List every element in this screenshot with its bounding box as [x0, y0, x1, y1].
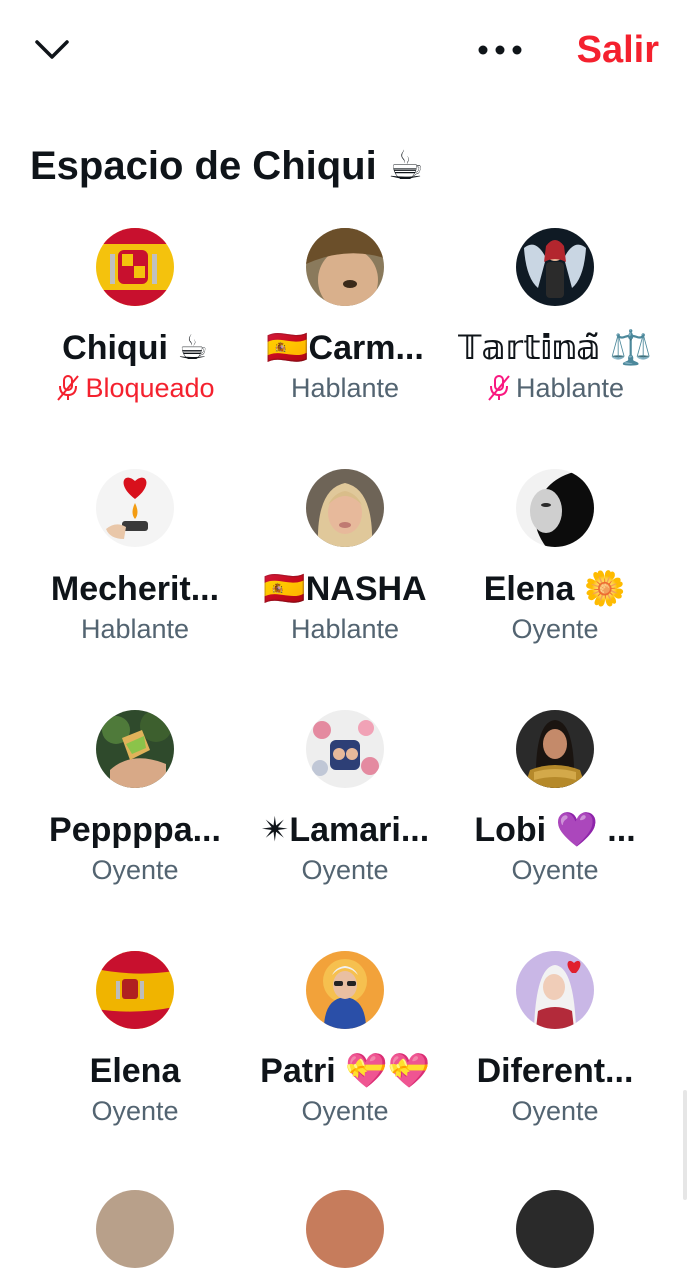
scrollbar[interactable] — [683, 1090, 687, 1200]
avatar — [516, 951, 594, 1029]
participant-card[interactable]: 🇪🇸NASHA Hablante — [240, 467, 450, 708]
participant-card[interactable]: Elena Oyente — [30, 949, 240, 1190]
top-bar: Salir — [0, 0, 689, 100]
more-options-button[interactable] — [470, 28, 530, 72]
participant-name: 🇪🇸NASHA — [263, 570, 427, 608]
partial-row — [30, 1190, 659, 1268]
avatar — [306, 1190, 384, 1268]
participant-name: ✴Lamari... — [260, 811, 430, 849]
role-label: Oyente — [91, 855, 179, 885]
space-title: Espacio de Chiqui ☕ — [30, 144, 424, 188]
avatar — [96, 1190, 174, 1268]
participant-card[interactable]: 🇪🇸Carm... Hablante — [240, 226, 450, 467]
participant-role: Hablante — [291, 611, 399, 647]
avatar — [516, 228, 594, 306]
participant-card[interactable]: Patri 💝💝 Oyente — [240, 949, 450, 1190]
avatar — [96, 469, 174, 547]
role-label: Bloqueado — [85, 373, 215, 403]
avatar — [306, 951, 384, 1029]
more-horizontal-icon — [478, 45, 522, 55]
leave-button[interactable]: Salir — [577, 26, 659, 74]
participant-card[interactable]: 𝕋𝕒𝕣𝕥𝕚𝕟𝕒̃ ⚖️ Hablante — [450, 226, 660, 467]
participant-role: Hablante — [486, 370, 624, 406]
participant-role: Oyente — [511, 852, 598, 888]
chevron-down-icon — [35, 40, 69, 59]
role-label: Oyente — [511, 855, 599, 885]
participant-name: Diferent... — [476, 1052, 634, 1090]
participant-role: Oyente — [91, 852, 178, 888]
collapse-button[interactable] — [30, 30, 74, 70]
avatar — [306, 710, 384, 788]
participant-name: Elena — [89, 1052, 181, 1090]
participant-name: Chiqui ☕ — [62, 329, 208, 367]
participant-card[interactable] — [240, 1190, 450, 1268]
participant-role: Oyente — [91, 1093, 178, 1129]
avatar — [516, 710, 594, 788]
participant-name: 🇪🇸Carm... — [266, 329, 424, 367]
role-label: Oyente — [511, 614, 599, 644]
participant-role: Oyente — [301, 1093, 388, 1129]
role-label: Oyente — [91, 1096, 179, 1126]
participant-role: Oyente — [301, 852, 388, 888]
participant-role: Hablante — [81, 611, 189, 647]
participant-card[interactable]: Diferent... Oyente — [450, 949, 660, 1190]
participant-role: Oyente — [511, 611, 598, 647]
participant-name: Elena 🌼 — [483, 570, 627, 608]
participant-card[interactable] — [450, 1190, 660, 1268]
role-label: Hablante — [290, 373, 400, 403]
avatar — [306, 228, 384, 306]
participant-name: Lobi 💜 ... — [474, 811, 636, 849]
avatar — [96, 710, 174, 788]
avatar — [96, 951, 174, 1029]
participant-card[interactable]: Elena 🌼 Oyente — [450, 467, 660, 708]
mic-off-icon — [488, 375, 510, 401]
participant-role: Bloqueado — [55, 370, 215, 406]
participant-role: Hablante — [291, 370, 399, 406]
participant-card[interactable]: Mecherit... Hablante — [30, 467, 240, 708]
role-label: Hablante — [515, 373, 625, 403]
role-label: Oyente — [511, 1096, 599, 1126]
role-label: Oyente — [301, 1096, 389, 1126]
participant-name: Mecherit... — [50, 570, 220, 608]
role-label: Hablante — [290, 614, 400, 644]
participant-name: Peppppa... — [49, 811, 221, 849]
avatar — [306, 469, 384, 547]
participant-card[interactable]: Peppppa... Oyente — [30, 708, 240, 949]
mic-off-icon — [57, 375, 80, 401]
participant-card[interactable]: Lobi 💜 ... Oyente — [450, 708, 660, 949]
role-label: Hablante — [80, 614, 190, 644]
participant-name: 𝕋𝕒𝕣𝕥𝕚𝕟𝕒̃ ⚖️ — [457, 329, 653, 367]
participant-card[interactable] — [30, 1190, 240, 1268]
participant-role: Oyente — [511, 1093, 598, 1129]
avatar — [516, 469, 594, 547]
participants-grid: Chiqui ☕ Bloqueado 🇪🇸Carm... Hablante 𝕋𝕒… — [30, 226, 659, 1190]
participant-card[interactable]: ✴Lamari... Oyente — [240, 708, 450, 949]
participant-card[interactable]: Chiqui ☕ Bloqueado — [30, 226, 240, 467]
role-label: Oyente — [301, 855, 389, 885]
avatar — [96, 228, 174, 306]
participant-name: Patri 💝💝 — [260, 1052, 430, 1090]
avatar — [516, 1190, 594, 1268]
